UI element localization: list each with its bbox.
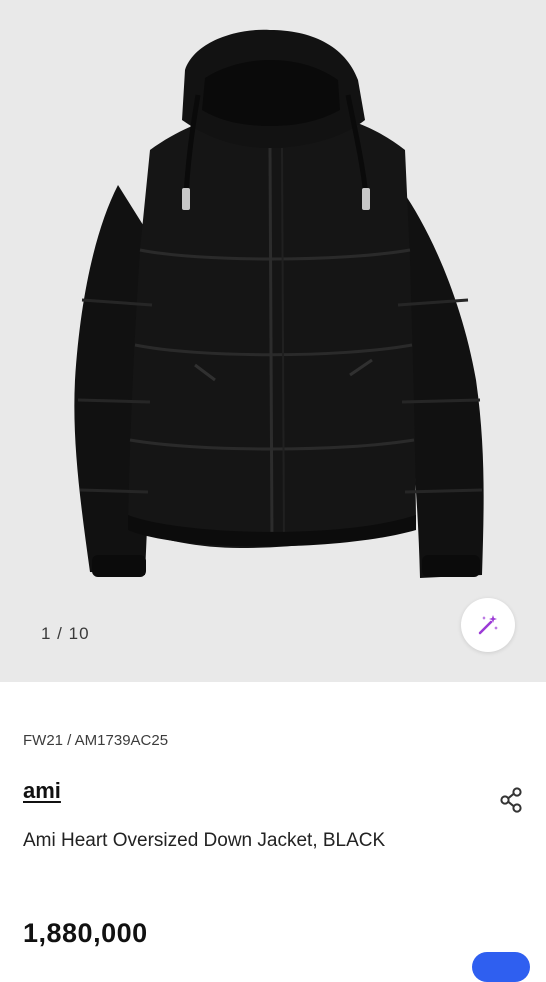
product-gallery[interactable]: 1 / 10 xyxy=(0,0,546,682)
floating-action-button[interactable] xyxy=(472,952,530,982)
share-icon[interactable] xyxy=(498,786,526,814)
brand-link[interactable]: ami xyxy=(23,778,61,804)
product-title: Ami Heart Oversized Down Jacket, BLACK xyxy=(23,830,386,851)
season-code: FW21 / AM1739AC25 xyxy=(23,732,169,749)
magic-wand-button[interactable] xyxy=(461,598,515,652)
product-image[interactable] xyxy=(0,0,546,682)
product-price: 1,880,000 xyxy=(23,918,148,948)
magic-wand-icon xyxy=(478,615,498,635)
image-counter: 1 / 10 xyxy=(41,624,90,643)
product-info: FW21 / AM1739AC25 ami Ami Heart Oversize… xyxy=(0,682,546,982)
